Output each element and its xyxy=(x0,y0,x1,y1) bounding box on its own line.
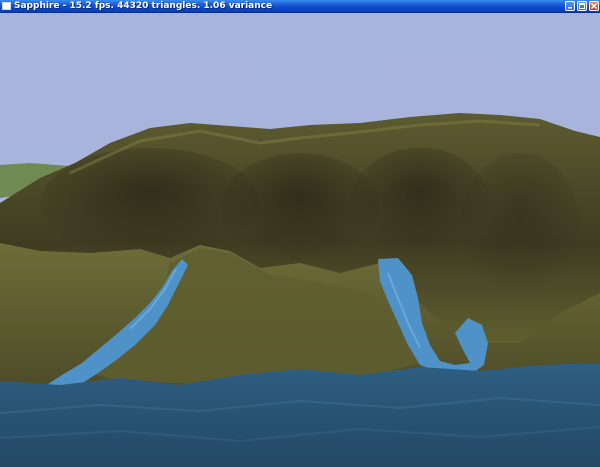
maximize-icon xyxy=(579,3,585,9)
terrain-scene xyxy=(0,13,600,467)
title-bar[interactable]: Sapphire - 15.2 fps. 44320 triangles. 1.… xyxy=(0,0,600,13)
minimize-button[interactable] xyxy=(565,1,575,11)
app-icon[interactable] xyxy=(2,2,11,10)
window-title: Sapphire - 15.2 fps. 44320 triangles. 1.… xyxy=(14,1,273,11)
app-window: Sapphire - 15.2 fps. 44320 triangles. 1.… xyxy=(0,0,600,467)
close-icon xyxy=(591,3,597,9)
minimize-icon xyxy=(568,7,572,9)
close-button[interactable] xyxy=(589,1,599,11)
maximize-button[interactable] xyxy=(577,1,587,11)
cliff-far-right xyxy=(460,153,580,293)
render-viewport[interactable] xyxy=(0,13,600,467)
